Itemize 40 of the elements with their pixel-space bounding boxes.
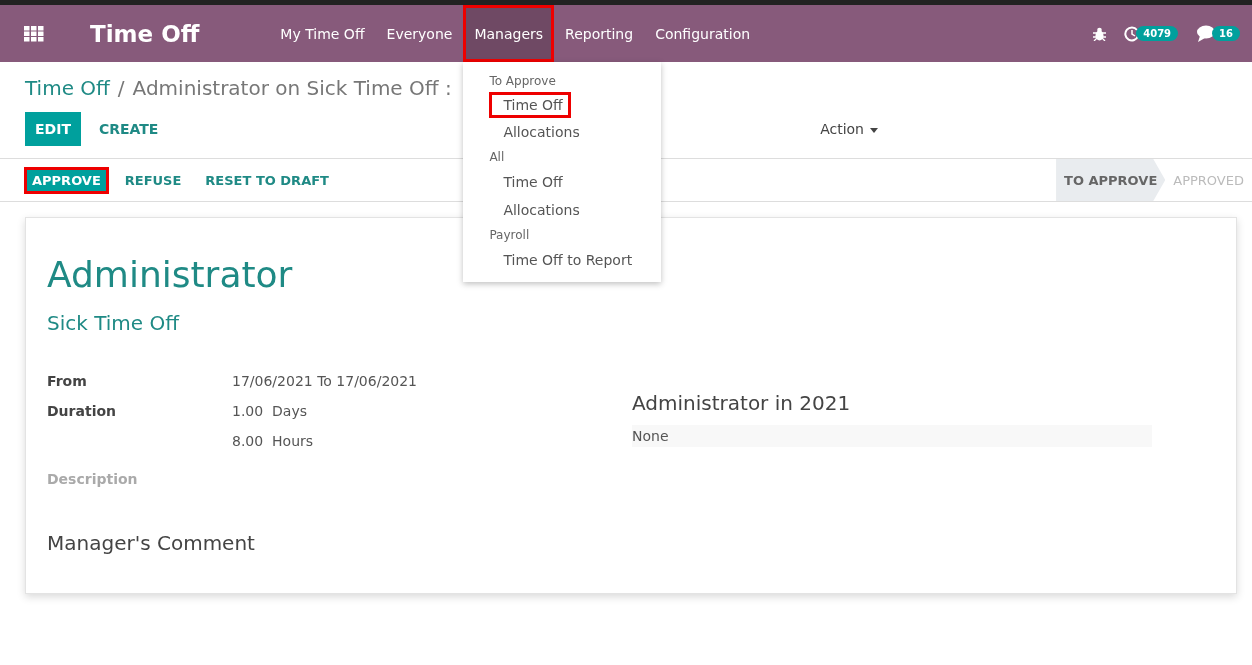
status-button[interactable]: APPROVE	[24, 166, 109, 194]
employee-name: Administrator	[47, 254, 293, 295]
section-heading: Manager's Comment	[47, 531, 256, 555]
field-label: Duration	[47, 403, 116, 419]
apps-menu-icon[interactable]	[24, 25, 44, 42]
menu-item[interactable]: Managers	[463, 5, 555, 62]
menu-section-header: Payroll	[488, 227, 531, 244]
dropdown-item[interactable]: Time Off to Report	[463, 246, 641, 274]
field-value: 8.00 Hours	[232, 433, 314, 449]
menu-item[interactable]: My Time Off	[269, 5, 376, 62]
breadcrumb-current: Administrator on Sick Time Off :	[132, 76, 452, 100]
app-title: Time Off	[90, 20, 200, 47]
menu-section-header: To Approve	[488, 73, 557, 90]
stage-step[interactable]: TO APPROVE	[1056, 159, 1166, 201]
dropdown-item[interactable]: Time Off	[489, 92, 571, 118]
field-value: 17/06/2021 To 17/06/2021	[232, 373, 418, 389]
menu-item[interactable]: Everyone	[375, 5, 464, 62]
breadcrumb-separator: /	[117, 76, 125, 100]
edit-button[interactable]: EDIT	[25, 112, 81, 146]
section-heading: Administrator in 2021	[632, 391, 852, 415]
status-button[interactable]: RESET TO DRAFT	[197, 166, 337, 194]
field-label: From	[47, 373, 87, 389]
time-off-type: Sick Time Off	[47, 311, 179, 335]
bug-icon[interactable]	[1093, 26, 1107, 41]
menu-item[interactable]: Configuration	[644, 5, 762, 62]
field-value: None	[632, 425, 1152, 447]
menu-section-header: All	[488, 149, 506, 166]
field-value: 1.00 Days	[232, 403, 307, 419]
menu-item[interactable]: Reporting	[554, 5, 645, 62]
breadcrumb-link[interactable]: Time Off	[25, 76, 110, 100]
dropdown-item[interactable]: Time Off	[463, 168, 571, 196]
status-button[interactable]: REFUSE	[116, 166, 190, 194]
dropdown-item[interactable]: Allocations	[463, 196, 588, 224]
message-count: 16	[1212, 26, 1240, 41]
dropdown-item[interactable]: Allocations	[463, 118, 588, 146]
activity-count: 4079	[1136, 26, 1179, 41]
create-button[interactable]: CREATE	[88, 112, 169, 146]
field-label: Description	[47, 471, 138, 487]
action-dropdown[interactable]: Action	[810, 112, 888, 146]
caret-icon	[870, 127, 878, 133]
